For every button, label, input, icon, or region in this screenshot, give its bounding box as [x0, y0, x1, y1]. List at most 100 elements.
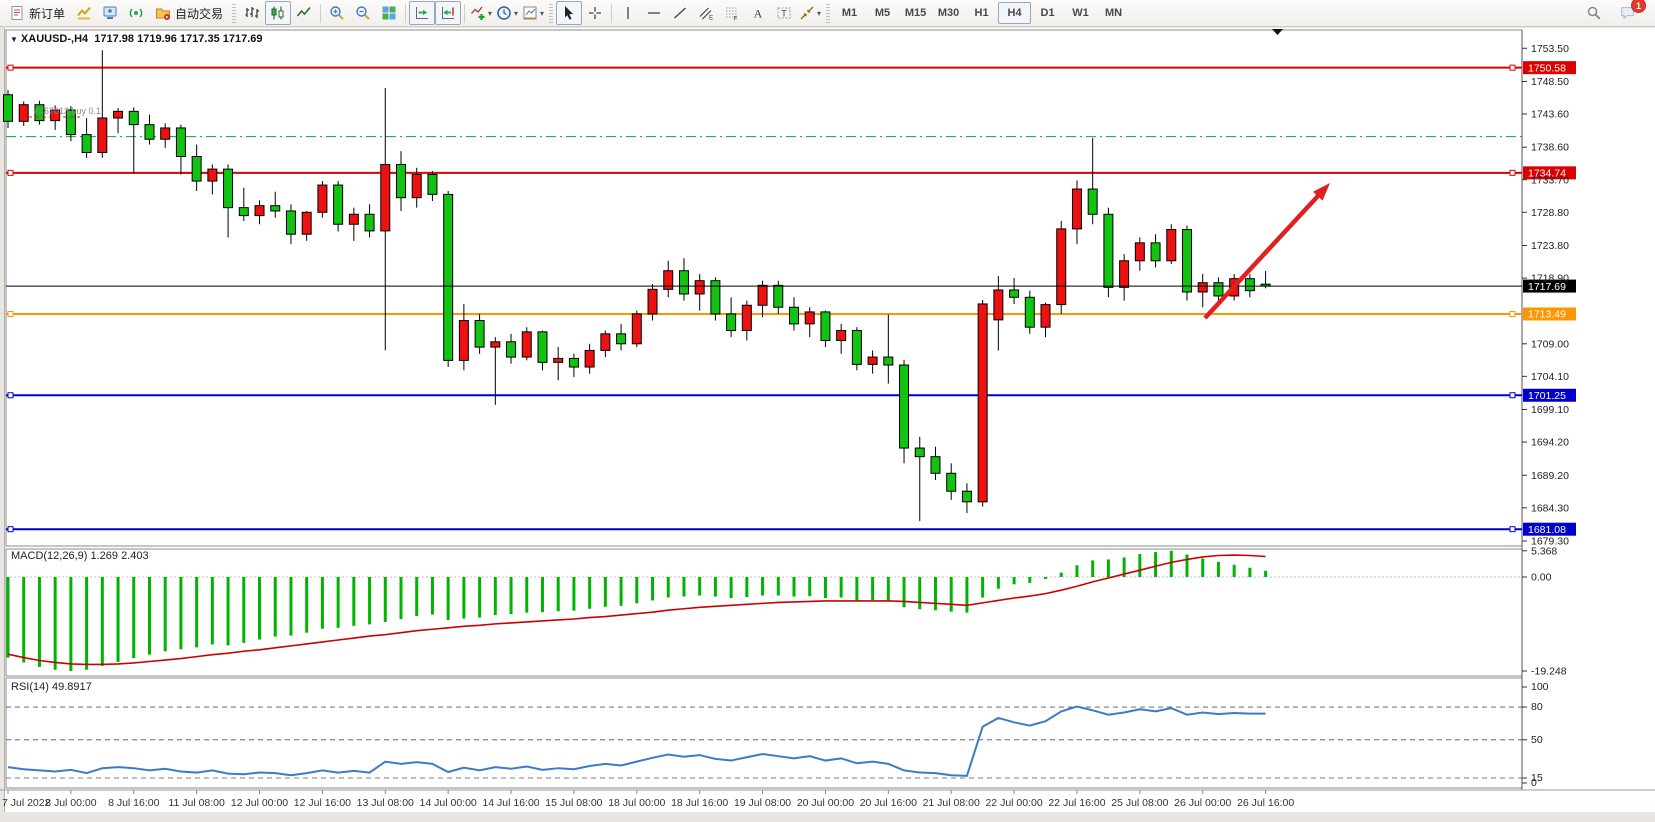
svg-text:T: T [781, 9, 787, 19]
notifications-button[interactable]: 1 [1615, 1, 1641, 25]
vertical-line-button[interactable] [615, 1, 641, 25]
indicators-button[interactable]: ▾ [468, 1, 494, 25]
svg-text:12 Jul 16:00: 12 Jul 16:00 [294, 797, 351, 809]
candle [1104, 208, 1113, 298]
svg-text:15 Jul 08:00: 15 Jul 08:00 [545, 797, 602, 809]
cursor-button[interactable] [556, 1, 582, 25]
auto-scroll-button[interactable] [409, 1, 435, 25]
svg-text:100: 100 [1531, 681, 1549, 693]
rsi-value: 49.8917 [52, 681, 92, 693]
svg-text:1748.50: 1748.50 [1531, 76, 1569, 88]
chart-shift-button[interactable] [435, 1, 461, 25]
text-icon: A [750, 5, 766, 21]
periods-icon [496, 5, 512, 21]
signals-button[interactable] [123, 1, 149, 25]
templates-icon [522, 5, 538, 21]
trendline-button[interactable] [667, 1, 693, 25]
zoom-in-icon [329, 5, 345, 21]
horizontal-line-button[interactable] [641, 1, 667, 25]
timeframe-button-m30[interactable]: M30 [932, 2, 965, 24]
candle [1183, 226, 1192, 301]
line-chart-button[interactable] [291, 1, 317, 25]
autotrading-button-label: 自动交易 [175, 5, 223, 22]
chart-shift-icon [440, 5, 456, 21]
signals-icon [128, 5, 144, 21]
timeframe-button-m1[interactable]: M1 [833, 2, 866, 24]
shapes-icon [799, 5, 815, 21]
new-chart-button[interactable] [71, 1, 97, 25]
line-chart-icon [296, 5, 312, 21]
svg-text:7 Jul 2022: 7 Jul 2022 [2, 797, 51, 809]
candlestick-chart-button[interactable] [265, 1, 291, 25]
hline-icon [646, 5, 662, 21]
timeframe-button-w1[interactable]: W1 [1064, 2, 1097, 24]
svg-text:14 Jul 16:00: 14 Jul 16:00 [482, 797, 539, 809]
toolbar-separator [464, 4, 465, 23]
templates-button[interactable]: ▾ [520, 1, 546, 25]
macd-values: 1.269 2.403 [90, 550, 148, 562]
svg-text:18 Jul 16:00: 18 Jul 16:00 [671, 797, 728, 809]
text-button[interactable]: A [745, 1, 771, 25]
search-button[interactable] [1581, 1, 1607, 25]
svg-text:11 Jul 08:00: 11 Jul 08:00 [168, 797, 225, 809]
timeframe-button-h4[interactable]: H4 [998, 2, 1031, 24]
svg-text:80: 80 [1531, 701, 1543, 713]
timeframe-button-m15[interactable]: M15 [899, 2, 932, 24]
indicators-icon [470, 5, 486, 21]
timeframe-button-d1[interactable]: D1 [1031, 2, 1064, 24]
svg-text:22 Jul 00:00: 22 Jul 00:00 [985, 797, 1042, 809]
autotrading-button[interactable]: 自动交易 [149, 1, 229, 25]
chevron-down-icon[interactable]: ▾ [488, 9, 492, 18]
svg-text:8 Jul 00:00: 8 Jul 00:00 [45, 797, 97, 809]
toolbar: 新订单 自动交易 ▾ ▾ ▾ EFA T ▾ M1M5M15M30H1H4D1W1MN 1 [0, 0, 1655, 27]
svg-text:1728.80: 1728.80 [1531, 207, 1569, 219]
svg-text:A: A [754, 7, 763, 21]
timeframe-button-h1[interactable]: H1 [965, 2, 998, 24]
toolbar-grip [549, 4, 553, 23]
candle [444, 191, 453, 367]
label-button[interactable]: T [771, 1, 797, 25]
svg-text:0: 0 [1531, 777, 1537, 789]
toolbar-grip [826, 4, 830, 23]
svg-text:0.00: 0.00 [1531, 572, 1552, 584]
svg-text:1704.10: 1704.10 [1531, 371, 1569, 383]
new-order-button[interactable]: 新订单 [3, 1, 71, 25]
chevron-down-icon[interactable]: ▾ [540, 9, 544, 18]
svg-text:1694.20: 1694.20 [1531, 437, 1569, 449]
svg-text:26 Jul 00:00: 26 Jul 00:00 [1174, 797, 1231, 809]
autotrading-icon [155, 5, 171, 21]
label-icon: T [776, 5, 792, 21]
chevron-down-icon[interactable]: ▾ [514, 9, 518, 18]
svg-text:1753.50: 1753.50 [1531, 43, 1569, 55]
candle [1167, 224, 1176, 264]
periods-button[interactable]: ▾ [494, 1, 520, 25]
zoom-out-button[interactable] [350, 1, 376, 25]
zoom-in-button[interactable] [324, 1, 350, 25]
svg-text:1713.49: 1713.49 [1528, 309, 1566, 321]
chevron-down-icon[interactable]: ▾ [817, 9, 821, 18]
timeframe-button-m5[interactable]: M5 [866, 2, 899, 24]
bar-chart-button[interactable] [239, 1, 265, 25]
svg-text:20 Jul 16:00: 20 Jul 16:00 [860, 797, 917, 809]
svg-text:20 Jul 00:00: 20 Jul 00:00 [797, 797, 854, 809]
timeframe-button-mn[interactable]: MN [1097, 2, 1130, 24]
chart-symbol-period: XAUUSD-,H4 [21, 33, 88, 45]
new-chart-icon [76, 5, 92, 21]
svg-text:1689.20: 1689.20 [1531, 470, 1569, 482]
crosshair-button[interactable] [582, 1, 608, 25]
toolbar-separator [405, 4, 406, 23]
auto-scroll-icon [414, 5, 430, 21]
macd-indicator-label: MACD(12,26,9) 1.269 2.403 [11, 550, 149, 562]
profiles-button[interactable] [97, 1, 123, 25]
tile-windows-button[interactable] [376, 1, 402, 25]
candle [632, 311, 641, 348]
svg-text:1750.58: 1750.58 [1528, 62, 1566, 74]
svg-text:12 Jul 00:00: 12 Jul 00:00 [231, 797, 288, 809]
channel-button[interactable]: E [693, 1, 719, 25]
svg-text:1738.60: 1738.60 [1531, 142, 1569, 154]
fibonacci-button[interactable]: F [719, 1, 745, 25]
symbol-dropdown-triangle-icon[interactable]: ▼ [10, 35, 18, 44]
shapes-button[interactable]: ▾ [797, 1, 823, 25]
vline-icon [620, 5, 636, 21]
svg-text:-19.248: -19.248 [1531, 666, 1567, 678]
